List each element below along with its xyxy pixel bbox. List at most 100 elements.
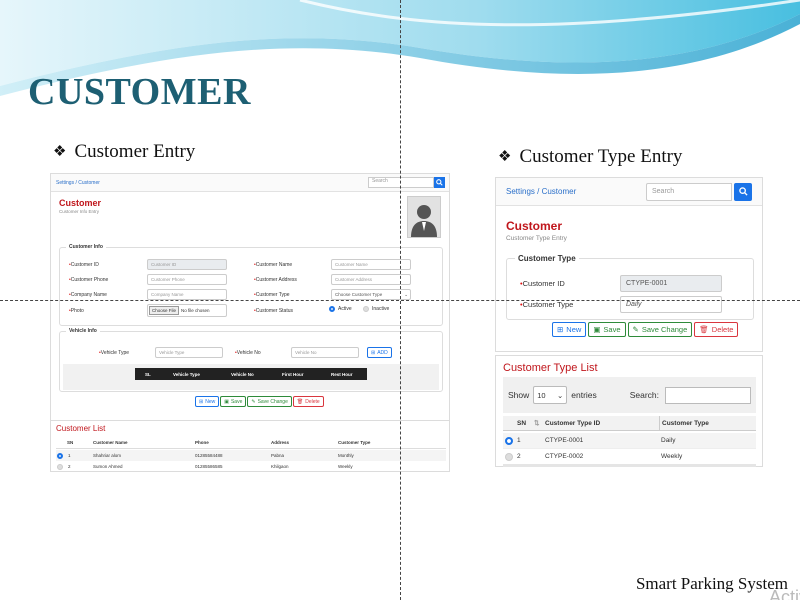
vehicle-table-header: SL Vehicle Type Vehicle No First Hour Re…: [135, 368, 367, 380]
customer-list-header: SN Customer Name Phone Address Customer …: [56, 437, 446, 449]
vehicle-type-field[interactable]: Vehicle Type: [155, 347, 223, 358]
slide-title: CUSTOMER: [28, 71, 251, 113]
choose-file-button[interactable]: Choose File: [149, 306, 180, 315]
row-sn: 2: [517, 453, 521, 460]
show-label: Show: [508, 390, 530, 400]
row-select-radio[interactable]: [57, 452, 63, 459]
slide: CUSTOMER ❖ Customer Entry ❖ Customer Type …: [0, 0, 800, 600]
row-select-radio[interactable]: [505, 452, 513, 461]
customer-entry-heading: ❖ Customer Entry: [53, 141, 195, 163]
status-active-label: Active: [338, 306, 352, 312]
col-vehicle-type: Vehicle Type: [173, 371, 200, 377]
customer-entry-heading-text: Customer Entry: [74, 141, 196, 162]
photo-label: •Photo: [69, 308, 84, 314]
col-customer-type-id[interactable]: Customer Type ID: [545, 416, 600, 430]
status-inactive-label: Inactive: [372, 306, 390, 312]
page-length-select[interactable]: 10 ⌄: [533, 386, 568, 404]
search-box: Search: [368, 177, 445, 188]
status-inactive-radio[interactable]: [363, 306, 369, 312]
col-customer-type[interactable]: Customer Type: [659, 416, 709, 430]
row-type-id: CTYPE-0001: [545, 437, 584, 444]
new-button[interactable]: ⊞ New: [195, 396, 220, 407]
save-change-button[interactable]: ✎ Save Change: [627, 322, 693, 337]
status-active-radio[interactable]: [329, 306, 335, 312]
topbar: Settings / Customer Search: [496, 178, 762, 206]
col-sn[interactable]: SN ⇅: [517, 416, 539, 430]
table-row[interactable]: 2 CTYPE-0002 Weekly: [503, 449, 756, 465]
customer-type-select[interactable]: Choose Customer Type ⌄: [331, 289, 411, 300]
customer-type-list-panel: Customer Type List Show 10 ⌄ entries Sear…: [495, 355, 763, 467]
delete-button[interactable]: 🗑 Delete: [694, 322, 739, 337]
customer-type-list-header: SN ⇅ Customer Type ID Customer Type: [503, 416, 756, 431]
delete-button[interactable]: 🗑 Delete: [292, 396, 324, 407]
customer-type-id-field[interactable]: CTYPE-0001: [620, 275, 722, 292]
plus-icon: ⊞: [199, 398, 204, 405]
breadcrumb[interactable]: Settings / Customer: [56, 180, 100, 186]
row-select-radio[interactable]: [57, 463, 63, 470]
vehicle-type-label: •Vehicle Type: [99, 350, 130, 356]
customer-type-entry-panel: Settings / Customer Search Customer Cust…: [495, 177, 763, 352]
customer-list-title: Customer List: [56, 424, 106, 433]
col-vehicle-no: Vehicle No: [231, 371, 254, 377]
page-length-control: Show 10 ⌄ entries: [508, 386, 597, 404]
search-input[interactable]: Search: [646, 182, 732, 201]
add-vehicle-button[interactable]: ⊞ ADD: [367, 347, 392, 358]
table-row[interactable]: 1 CTYPE-0001 Daily: [503, 433, 756, 449]
customer-phone-field[interactable]: Customer Phone: [147, 274, 227, 285]
search-button[interactable]: [434, 177, 445, 188]
row-type-id: CTYPE-0002: [545, 453, 584, 460]
customer-name-field[interactable]: Customer Name: [331, 259, 411, 270]
company-name-label: •Company Name: [69, 292, 107, 298]
diamond-bullet-icon: ❖: [53, 144, 67, 160]
customer-entry-panel: Settings / Customer Search Customer Cust…: [50, 173, 450, 423]
search-button[interactable]: [734, 182, 752, 201]
customer-phone-label: •Customer Phone: [69, 277, 109, 283]
row-select-radio[interactable]: [505, 436, 513, 445]
search-input[interactable]: Search: [368, 177, 434, 188]
horizontal-scrollbar[interactable]: [503, 464, 756, 467]
save-button[interactable]: ▣ Save: [220, 396, 247, 407]
vehicle-no-label: •Vehicle No: [235, 350, 261, 356]
row-sn: 1: [68, 453, 71, 458]
chevron-down-icon: ⌄: [556, 390, 564, 400]
footer-text: Smart Parking System: [635, 574, 788, 593]
topbar: Settings / Customer Search: [51, 174, 449, 192]
customer-type-field[interactable]: Daily: [620, 296, 722, 313]
row-type: Weekly: [338, 464, 353, 469]
customer-id-label: •Customer ID: [69, 262, 99, 268]
customer-type-list-title: Customer Type List: [503, 362, 598, 374]
list-search: Search:: [629, 386, 751, 404]
customer-type-action-buttons: ⊞ New ▣ Save ✎ Save Change 🗑 Delete: [552, 322, 739, 337]
save-change-button[interactable]: ✎ Save Change: [247, 396, 292, 407]
table-row[interactable]: 1 Shahriar alom 01285584488 Pabna Monthl…: [56, 450, 446, 461]
list-search-input[interactable]: [665, 386, 751, 404]
customer-address-field[interactable]: Customer Address: [331, 274, 411, 285]
search-label: Search:: [629, 390, 659, 400]
list-controls: Show 10 ⌄ entries Search:: [503, 377, 756, 413]
row-phone: 01285584488: [195, 453, 223, 458]
save-icon: ▣: [224, 398, 229, 405]
breadcrumb[interactable]: Settings / Customer: [506, 187, 576, 196]
customer-type-legend: Customer Type: [518, 254, 576, 263]
edit-icon: ✎: [251, 398, 256, 405]
row-type: Daily: [661, 437, 676, 444]
new-button[interactable]: ⊞ New: [552, 322, 587, 337]
vehicle-no-field[interactable]: Vehicle No: [291, 347, 359, 358]
customer-id-field[interactable]: Customer ID: [147, 259, 227, 270]
row-type: Weekly: [661, 453, 683, 460]
row-name: Sumon Ahmed: [93, 464, 123, 469]
row-type: Monthly: [338, 453, 354, 458]
customer-type-entry-heading-text: Customer Type Entry: [519, 146, 683, 167]
col-rest-hour: Rest Hour: [331, 371, 353, 377]
form-title: Customer: [506, 219, 563, 233]
photo-file-input[interactable]: Choose File No file chosen: [147, 304, 227, 317]
customer-id-label: •Customer ID: [520, 279, 565, 288]
customer-status-label: •Customer Status: [254, 308, 294, 314]
company-name-field[interactable]: Company Name: [147, 289, 227, 300]
table-row[interactable]: 2 Sumon Ahmed 01285586585 Khilgaon Weekl…: [56, 461, 446, 472]
save-button[interactable]: ▣ Save: [588, 322, 626, 337]
trash-icon: 🗑: [296, 398, 304, 405]
customer-photo-placeholder: [407, 196, 441, 238]
row-address: Khilgaon: [271, 464, 289, 469]
row-sn: 2: [68, 464, 71, 469]
